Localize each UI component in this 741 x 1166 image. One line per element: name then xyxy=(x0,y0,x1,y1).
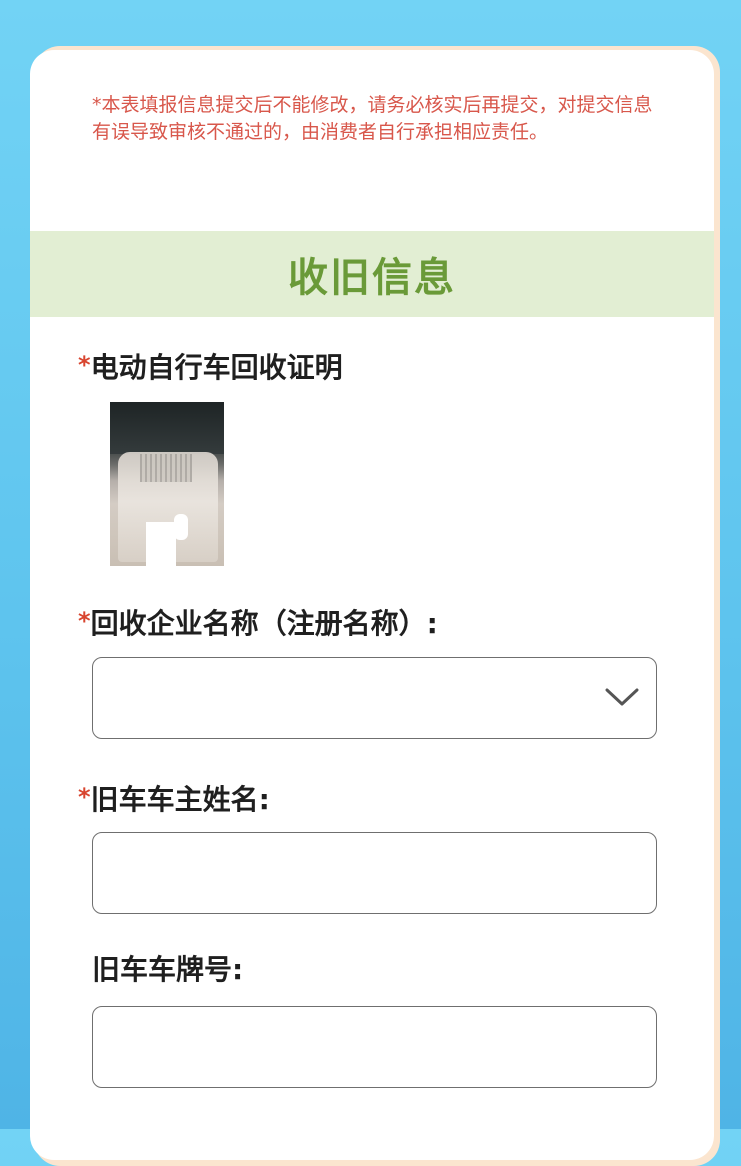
section-title: 收旧信息 xyxy=(288,255,456,301)
company-select[interactable] xyxy=(92,657,657,739)
required-mark: * xyxy=(78,783,91,811)
plate-number-input[interactable] xyxy=(92,1006,657,1088)
submission-notice: *本表填报信息提交后不能修改，请务必核实后再提交，对提交信息有误导致审核不通过的… xyxy=(92,94,653,143)
company-label: *回收企业名称（注册名称）: xyxy=(78,603,438,642)
required-mark: * xyxy=(78,607,91,635)
plate-number-label: 旧车车牌号: xyxy=(92,953,244,986)
photo-region xyxy=(140,454,192,482)
photo-region xyxy=(110,402,224,454)
certificate-label-text: 电动自行车回收证明 xyxy=(90,351,343,384)
photo-region xyxy=(146,522,176,566)
company-label-text: 回收企业名称（注册名称）: xyxy=(90,607,438,640)
owner-name-label-text: 旧车车主姓名: xyxy=(90,783,270,816)
owner-name-input[interactable] xyxy=(92,832,657,914)
certificate-label: *电动自行车回收证明 xyxy=(78,347,343,386)
section-header: 收旧信息 xyxy=(30,231,714,317)
required-mark: * xyxy=(78,351,91,379)
certificate-photo[interactable] xyxy=(110,402,224,566)
photo-region xyxy=(174,514,188,540)
form-card: *本表填报信息提交后不能修改，请务必核实后再提交，对提交信息有误导致审核不通过的… xyxy=(30,50,714,1160)
chevron-down-icon[interactable] xyxy=(604,682,640,712)
owner-name-label: *旧车车主姓名: xyxy=(78,779,270,818)
